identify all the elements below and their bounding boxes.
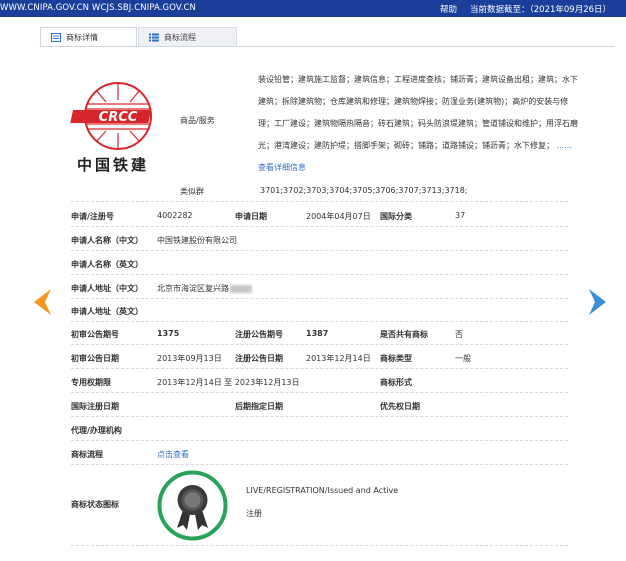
- divider: [71, 201, 568, 202]
- address-cn-text: 北京市海淀区复兴路: [157, 284, 229, 293]
- prelim-no-value: 1375: [157, 329, 180, 338]
- goods-services-text: 装设铅管；建筑施工监督；建筑信息；工程进度查核；铺沥青；建筑设备出租；建筑；水下…: [258, 69, 580, 179]
- tab-trademark-detail[interactable]: 商标详情: [40, 27, 137, 47]
- similar-groups-value: 3701;3702;3703;3704;3705;3706;3707;3713;…: [260, 186, 468, 195]
- reg-no-label: 申请/注册号: [71, 212, 114, 221]
- intl-reg-date-label: 国际注册日期: [71, 402, 119, 411]
- status-icon-label: 商标状态图标: [71, 500, 119, 509]
- reg-pub-no-label: 注册公告期号: [235, 330, 283, 339]
- prelim-no-label: 初审公告期号: [71, 330, 119, 339]
- app-date-value: 2004年04月07日: [306, 212, 371, 221]
- trademark-logo: CRCC 中国铁建: [66, 82, 170, 174]
- later-date-label: 后期指定日期: [235, 402, 283, 411]
- tab-label: 商标详情: [66, 32, 98, 42]
- intl-class-value: 37: [455, 211, 466, 220]
- divider: [71, 416, 568, 417]
- tab-trademark-process[interactable]: 商标流程: [138, 27, 237, 47]
- intl-class-label: 国际分类: [380, 212, 412, 221]
- status-text: LIVE/REGISTRATION/Issued and Active: [246, 486, 399, 495]
- priority-date-label: 优先权日期: [380, 402, 420, 411]
- ellipsis: ......: [556, 141, 572, 150]
- process-link[interactable]: 点击查看: [157, 449, 189, 460]
- view-detail-link[interactable]: 查看详细信息: [258, 163, 306, 172]
- address-en-label: 申请人地址（英文）: [71, 307, 143, 316]
- mark-type-value: 一般: [455, 354, 471, 363]
- address-cn-value: 北京市海淀区复兴路: [157, 283, 252, 294]
- applicant-cn-label: 申请人名称（中文）: [71, 236, 143, 245]
- redacted-block: [230, 284, 252, 293]
- divider: [71, 226, 568, 227]
- similar-groups-label: 类似群: [180, 187, 204, 196]
- reg-pub-date-label: 注册公告日期: [235, 354, 283, 363]
- registered-status-icon: [157, 470, 228, 541]
- shared-label: 是否共有商标: [380, 330, 428, 339]
- divider: [71, 321, 568, 322]
- logo-company-name: 中国铁建: [77, 156, 150, 174]
- list-icon: [149, 33, 159, 41]
- divider: [71, 298, 568, 299]
- mark-form-label: 商标形式: [380, 378, 412, 387]
- shared-value: 否: [455, 330, 463, 339]
- divider: [71, 344, 568, 345]
- exclusive-period-label: 专用权期限: [71, 378, 111, 387]
- divider: [71, 440, 568, 441]
- prev-arrow-icon[interactable]: [34, 289, 52, 315]
- applicant-cn-value: 中国铁建股份有限公司: [157, 236, 237, 245]
- tab-label: 商标流程: [164, 32, 196, 42]
- site-url: WWW.CNIPA.GOV.CN WCJS.SBJ.CNIPA.GOV.CN: [0, 3, 197, 13]
- tab-divider: [40, 46, 615, 47]
- detail-icon: [51, 32, 61, 42]
- goods-services-label: 商品/服务: [180, 116, 215, 125]
- divider: [71, 464, 568, 465]
- top-bar: WWW.CNIPA.GOV.CN WCJS.SBJ.CNIPA.GOV.CN 帮…: [0, 0, 626, 17]
- logo-mark-text: CRCC: [99, 110, 138, 125]
- divider: [71, 250, 568, 251]
- goods-services-list: 装设铅管；建筑施工监督；建筑信息；工程进度查核；铺沥青；建筑设备出租；建筑；水下…: [258, 75, 578, 150]
- mark-type-label: 商标类型: [380, 354, 412, 363]
- divider: [71, 545, 568, 546]
- prelim-date-label: 初审公告日期: [71, 354, 119, 363]
- divider: [71, 392, 568, 393]
- reg-pub-no-value: 1387: [306, 329, 329, 338]
- applicant-en-label: 申请人名称（英文）: [71, 260, 143, 269]
- reg-pub-date-value: 2013年12月14日: [306, 354, 371, 363]
- next-arrow-icon[interactable]: [588, 289, 606, 315]
- agency-label: 代理/办理机构: [71, 426, 122, 435]
- status-sub-text: 注册: [246, 509, 262, 518]
- app-date-label: 申请日期: [235, 212, 267, 221]
- prelim-date-value: 2013年09月13日: [157, 354, 222, 363]
- exclusive-period-value: 2013年12月14日 至 2023年12月13日: [157, 378, 300, 387]
- crcc-logo-icon: CRCC: [70, 82, 152, 150]
- help-link[interactable]: 帮助: [440, 3, 457, 15]
- process-label: 商标流程: [71, 450, 103, 459]
- reg-no-value: 4002282: [157, 211, 193, 220]
- data-as-of: 当前数据截至：（2021年09月26日）: [470, 5, 612, 15]
- divider: [71, 368, 568, 369]
- address-cn-label: 申请人地址（中文）: [71, 284, 143, 293]
- divider: [71, 274, 568, 275]
